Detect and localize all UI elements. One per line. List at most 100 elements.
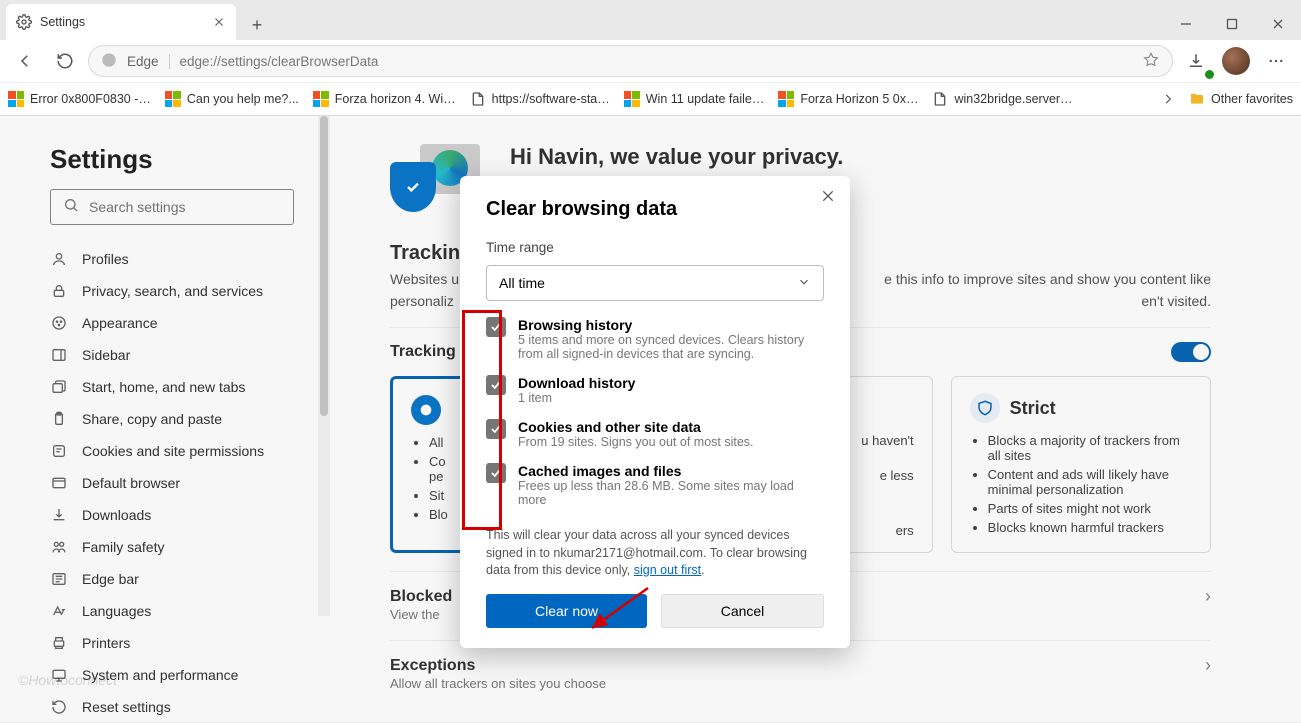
tracking-prevention-label: Tracking [390, 343, 456, 361]
maximize-button[interactable] [1209, 8, 1255, 40]
close-window-button[interactable] [1255, 8, 1301, 40]
paint-icon [50, 314, 68, 332]
sidebar-item-label: Printers [82, 635, 130, 651]
sidebar-item-label: Reset settings [82, 699, 171, 715]
favorite-link[interactable]: Forza horizon 4. Wi… [313, 91, 456, 107]
page-title: Settings [50, 144, 294, 175]
other-favorites-label: Other favorites [1211, 92, 1293, 106]
download-icon [50, 506, 68, 524]
profile-icon [50, 250, 68, 268]
sidebar-item-appearance[interactable]: Appearance [50, 307, 294, 339]
card-bullet: Content and ads will likely have minimal… [988, 467, 1192, 497]
downloads-button[interactable] [1179, 44, 1213, 78]
favorite-label: Error 0x800F0830 -… [30, 92, 151, 106]
tabs-icon [50, 378, 68, 396]
new-tab-button[interactable]: + [242, 10, 272, 40]
sidebar-item-label: Downloads [82, 507, 151, 523]
chevron-right-icon: › [1205, 655, 1211, 676]
hero-title: Hi Navin, we value your privacy. [510, 144, 843, 170]
sidebar-item-share[interactable]: Share, copy and paste [50, 403, 294, 435]
sidebar-item-start[interactable]: Start, home, and new tabs [50, 371, 294, 403]
basic-icon [411, 395, 441, 425]
search-settings-box[interactable] [50, 189, 294, 225]
checkbox-checked-icon[interactable] [486, 463, 506, 483]
favorite-link[interactable]: Error 0x800F0830 -… [8, 91, 151, 107]
favorite-link[interactable]: Forza Horizon 5 0x… [778, 91, 918, 107]
sidebar-item-profiles[interactable]: Profiles [50, 243, 294, 275]
tracking-desc2: personaliz [390, 293, 454, 309]
folder-icon [1189, 91, 1205, 107]
cancel-button[interactable]: Cancel [661, 594, 824, 628]
watermark: ©Howtoconnect [18, 672, 117, 688]
strict-icon [970, 393, 1000, 423]
toolbar: Edge edge://settings/clearBrowserData [0, 40, 1301, 82]
favorites-overflow-button[interactable] [1161, 92, 1175, 106]
checkbox-checked-icon[interactable] [486, 419, 506, 439]
refresh-button[interactable] [48, 44, 82, 78]
sidebar-item-printers[interactable]: Printers [50, 627, 294, 659]
sidebar-item-downloads[interactable]: Downloads [50, 499, 294, 531]
sidebar-item-family[interactable]: Family safety [50, 531, 294, 563]
settings-sidebar: Settings Profiles Privacy, search, and s… [0, 116, 330, 722]
shield-icon [390, 162, 436, 212]
option-cookies[interactable]: Cookies and other site dataFrom 19 sites… [486, 419, 824, 449]
sidebar-item-reset[interactable]: Reset settings [50, 691, 294, 723]
close-tab-icon[interactable] [212, 15, 226, 29]
address-bar[interactable]: Edge edge://settings/clearBrowserData [88, 45, 1173, 77]
scroll-thumb[interactable] [320, 116, 328, 416]
sidebar-item-edgebar[interactable]: Edge bar [50, 563, 294, 595]
window-controls [1163, 8, 1301, 40]
sidebar-scrollbar[interactable] [318, 116, 330, 616]
sidebar-item-privacy[interactable]: Privacy, search, and services [50, 275, 294, 307]
sidebar-item-default-browser[interactable]: Default browser [50, 467, 294, 499]
page-icon [470, 91, 486, 107]
gear-icon [16, 14, 32, 30]
checkbox-checked-icon[interactable] [486, 375, 506, 395]
brand-label: Edge [127, 54, 170, 69]
option-subtitle: 1 item [518, 391, 635, 405]
option-title: Browsing history [518, 317, 824, 333]
favorite-star-icon[interactable] [1142, 51, 1160, 72]
favorite-label: Forza Horizon 5 0x… [800, 92, 918, 106]
profile-avatar[interactable] [1219, 44, 1253, 78]
chevron-down-icon [797, 275, 811, 292]
favorite-link[interactable]: https://software-sta… [470, 91, 610, 107]
search-input[interactable] [89, 199, 281, 215]
family-icon [50, 538, 68, 556]
sidebar-item-sidebar[interactable]: Sidebar [50, 339, 294, 371]
option-cached[interactable]: Cached images and filesFrees up less tha… [486, 463, 824, 507]
clear-now-button[interactable]: Clear now [486, 594, 647, 628]
checkbox-checked-icon[interactable] [486, 317, 506, 337]
url-text: edge://settings/clearBrowserData [180, 54, 379, 69]
news-icon [50, 570, 68, 588]
tracking-desc: Websites u [390, 271, 459, 287]
microsoft-icon [778, 91, 794, 107]
card-strict[interactable]: Strict Blocks a majority of trackers fro… [951, 376, 1211, 553]
cookie-icon [50, 442, 68, 460]
time-range-select[interactable]: All time [486, 265, 824, 301]
browser-tab[interactable]: Settings [6, 4, 236, 40]
clipboard-icon [50, 410, 68, 428]
microsoft-icon [313, 91, 329, 107]
other-favorites-folder[interactable]: Other favorites [1189, 91, 1293, 107]
sidebar-item-languages[interactable]: Languages [50, 595, 294, 627]
tracking-desc-right: e this info to improve sites and show yo… [884, 271, 1211, 287]
settings-nav: Profiles Privacy, search, and services A… [50, 243, 294, 723]
favorite-link[interactable]: Can you help me?... [165, 91, 299, 107]
sign-out-link[interactable]: sign out first [634, 563, 701, 577]
back-button[interactable] [8, 44, 42, 78]
favorite-link[interactable]: Win 11 update faile… [624, 91, 765, 107]
tracking-toggle[interactable] [1171, 342, 1211, 362]
minimize-button[interactable] [1163, 8, 1209, 40]
sidebar-item-label: Edge bar [82, 571, 139, 587]
tracking-desc-right2: en't visited. [1141, 293, 1211, 309]
panel-icon [50, 346, 68, 364]
favorite-link[interactable]: win32bridge.server… [932, 91, 1072, 107]
sidebar-item-label: Privacy, search, and services [82, 283, 263, 299]
option-browsing-history[interactable]: Browsing history5 items and more on sync… [486, 317, 824, 361]
menu-button[interactable] [1259, 44, 1293, 78]
close-dialog-button[interactable] [820, 188, 836, 209]
option-download-history[interactable]: Download history1 item [486, 375, 824, 405]
sidebar-item-cookies[interactable]: Cookies and site permissions [50, 435, 294, 467]
time-range-label: Time range [486, 240, 554, 255]
